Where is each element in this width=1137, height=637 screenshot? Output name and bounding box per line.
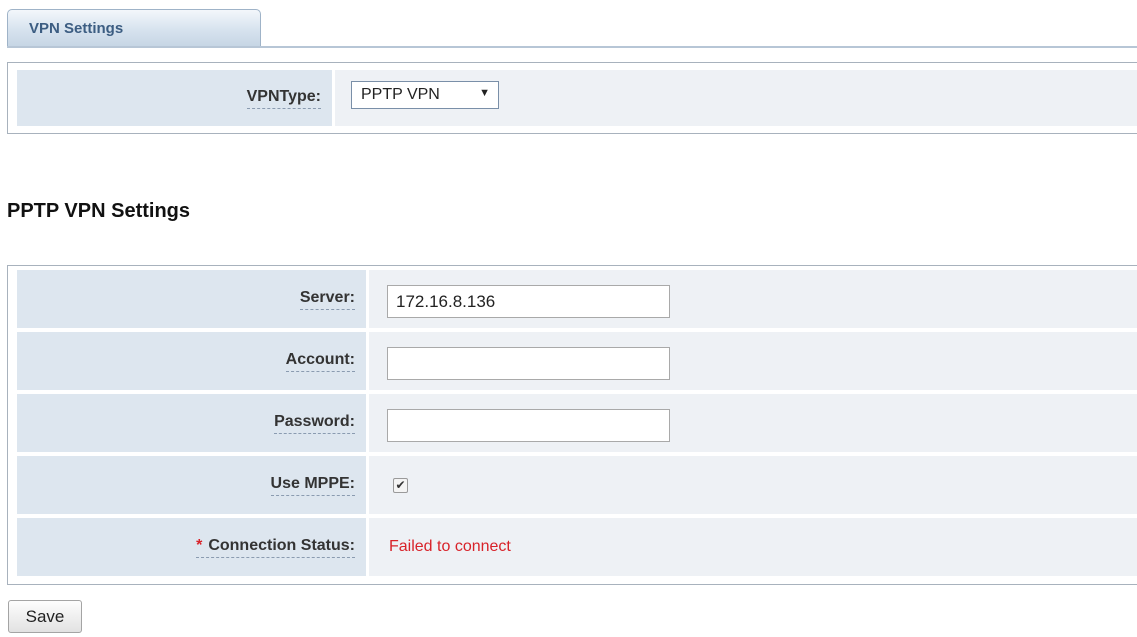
- use-mppe-row: Use MPPE: ✔: [17, 456, 1137, 514]
- vpn-type-value-cell: PPTP VPN ▼: [335, 70, 1137, 126]
- use-mppe-checkbox[interactable]: ✔: [393, 478, 408, 493]
- pptp-settings-panel: Server: Account: Password: Use MPPE: ✔: [7, 265, 1137, 585]
- required-marker: *: [196, 537, 203, 554]
- password-label-cell: Password:: [17, 394, 366, 452]
- server-row: Server:: [17, 270, 1137, 328]
- account-input[interactable]: [387, 347, 670, 380]
- vpn-type-row: VPNType: PPTP VPN ▼: [17, 70, 1137, 126]
- server-input[interactable]: [387, 285, 670, 318]
- server-label-cell: Server:: [17, 270, 366, 328]
- tab-vpn-settings[interactable]: VPN Settings: [7, 9, 261, 47]
- use-mppe-label: Use MPPE:: [270, 474, 355, 496]
- account-row: Account:: [17, 332, 1137, 390]
- vpn-type-selected: PPTP VPN: [361, 86, 440, 103]
- account-label: Account:: [285, 350, 355, 372]
- connection-status-row: * Connection Status: Failed to connect: [17, 518, 1137, 576]
- password-label: Password:: [274, 412, 355, 434]
- connection-status-value: Failed to connect: [389, 538, 511, 555]
- password-row: Password:: [17, 394, 1137, 452]
- server-value-cell: [369, 270, 1137, 328]
- checkmark-icon: ✔: [395, 478, 406, 492]
- connection-status-label-cell: * Connection Status:: [17, 518, 366, 576]
- connection-status-value-cell: Failed to connect: [369, 518, 1137, 576]
- vpn-type-label-cell: VPNType:: [17, 70, 332, 126]
- vpn-type-select[interactable]: PPTP VPN ▼: [351, 81, 499, 109]
- server-label: Server:: [299, 288, 355, 310]
- connection-status-label-wrap: * Connection Status:: [196, 536, 355, 558]
- use-mppe-value-cell: ✔: [369, 456, 1137, 514]
- section-heading: PPTP VPN Settings: [7, 200, 191, 222]
- account-value-cell: [369, 332, 1137, 390]
- connection-status-label: Connection Status:: [208, 537, 355, 554]
- account-label-cell: Account:: [17, 332, 366, 390]
- vpn-type-label: VPNType:: [246, 87, 321, 109]
- password-value-cell: [369, 394, 1137, 452]
- dropdown-arrow-icon: ▼: [479, 87, 490, 99]
- password-input[interactable]: [387, 409, 670, 442]
- save-button[interactable]: Save: [8, 600, 82, 633]
- tab-underline: [7, 46, 1137, 48]
- use-mppe-label-cell: Use MPPE:: [17, 456, 366, 514]
- tab-label: VPN Settings: [29, 20, 124, 37]
- vpn-type-panel: VPNType: PPTP VPN ▼: [7, 62, 1137, 134]
